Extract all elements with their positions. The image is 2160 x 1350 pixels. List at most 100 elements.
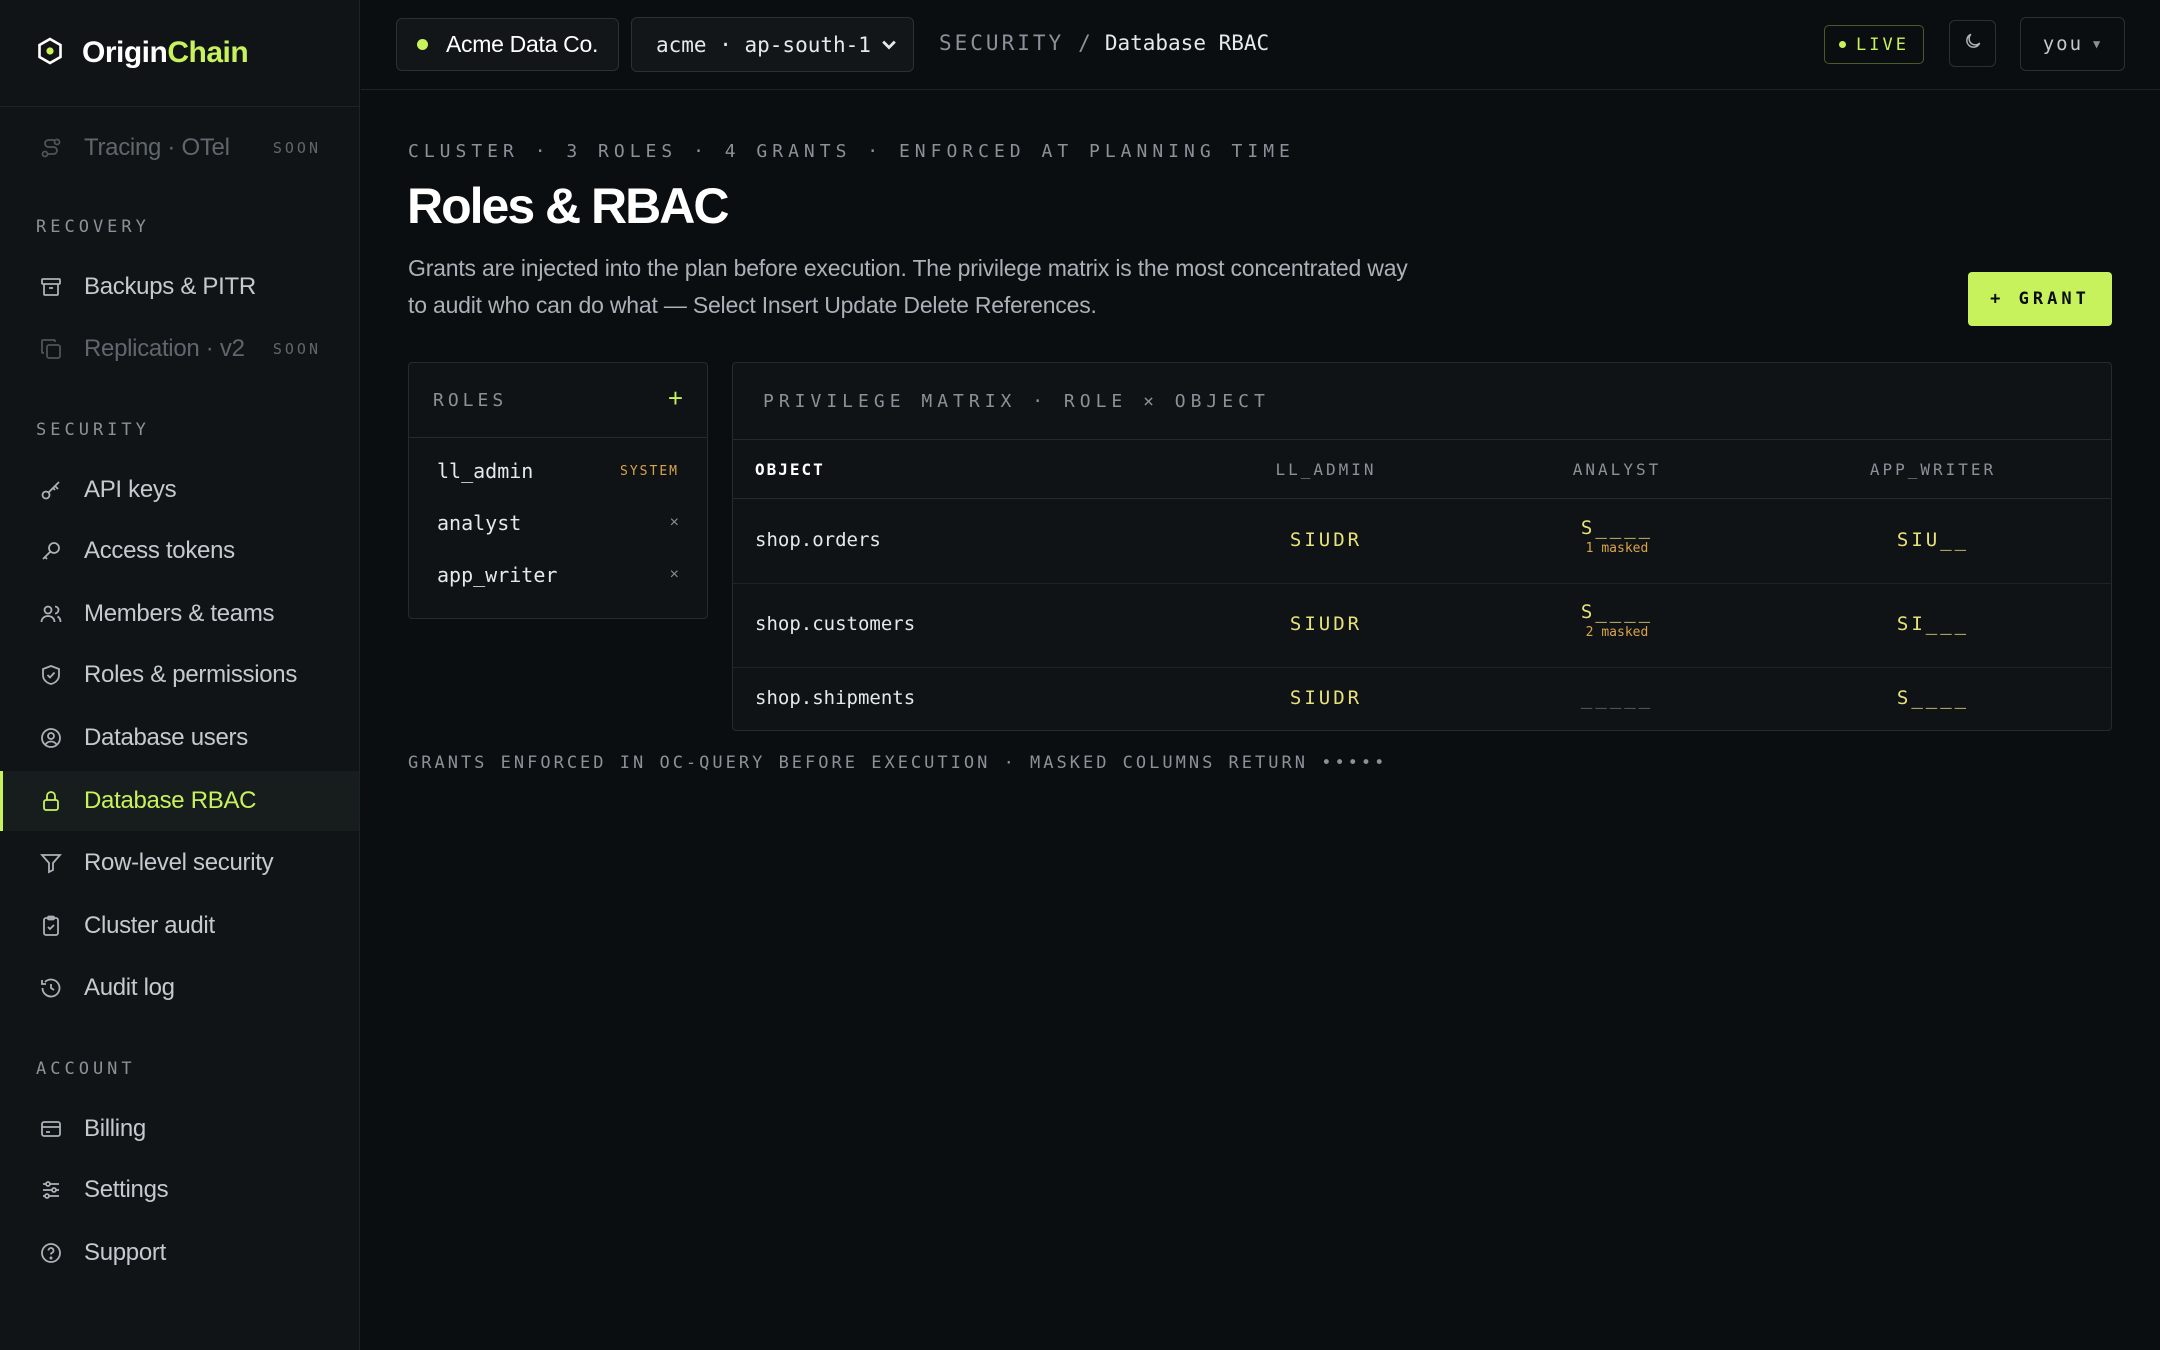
- lock-icon: [38, 788, 64, 814]
- remove-role-button[interactable]: ×: [670, 514, 679, 532]
- sidebar-item-row-level-security[interactable]: Row-level security: [0, 833, 359, 893]
- table-row: shop.customers SIUDR S____ 2 masked SI__…: [733, 584, 2111, 668]
- sidebar-item-access-tokens[interactable]: Access tokens: [0, 521, 359, 581]
- soon-badge: SOON: [272, 139, 321, 157]
- role-name: app_writer: [437, 563, 558, 587]
- privilege-cell[interactable]: SI___: [1897, 613, 1969, 635]
- privilege-value: S____: [1896, 687, 1970, 709]
- privilege-cell[interactable]: SIU__: [1897, 529, 1969, 551]
- privilege-value: SIUDR: [1289, 613, 1363, 635]
- sidebar-item-label: Members & teams: [84, 600, 275, 627]
- theme-toggle-button[interactable]: [1949, 20, 1996, 67]
- sidebar-item-label: Support: [84, 1239, 166, 1266]
- logo-hexagon-icon: [36, 37, 64, 70]
- breadcrumb-current: Database RBAC: [1104, 31, 1270, 55]
- roles-panel-title: ROLES: [433, 389, 508, 411]
- sidebar-item-label: Replication · v2: [84, 335, 245, 362]
- sidebar-item-backups[interactable]: Backups & PITR: [0, 257, 359, 317]
- brand[interactable]: OriginChain: [0, 0, 359, 107]
- column-header-ll-admin: LL_ADMIN: [1275, 460, 1377, 479]
- privilege-cell[interactable]: SIUDR: [1290, 613, 1362, 635]
- table-row: shop.orders SIUDR S____ 1 masked SIU__: [733, 499, 2111, 584]
- grant-button[interactable]: + GRANT: [1968, 272, 2112, 326]
- shield-check-icon: [38, 662, 64, 688]
- privilege-cell[interactable]: SIUDR: [1290, 529, 1362, 551]
- org-switcher[interactable]: Acme Data Co.: [396, 18, 620, 71]
- sliders-icon: [38, 1177, 64, 1203]
- privilege-cell[interactable]: S____ 2 masked: [1581, 601, 1653, 640]
- sidebar-item-label: Tracing · OTel: [84, 134, 230, 161]
- sidebar-item-support[interactable]: Support: [0, 1223, 359, 1283]
- caret-down-icon: ▼: [2093, 37, 2103, 51]
- privilege-cell[interactable]: SIUDR: [1290, 687, 1362, 709]
- sidebar-item-settings[interactable]: Settings: [0, 1160, 359, 1220]
- privilege-cell[interactable]: _____: [1581, 687, 1653, 709]
- sidebar-item-label: Access tokens: [84, 537, 235, 564]
- user-menu-button[interactable]: you ▼: [2020, 17, 2125, 71]
- privilege-cell[interactable]: S____: [1897, 687, 1969, 709]
- help-circle-icon: [38, 1240, 64, 1266]
- roles-panel: ROLES + ll_admin SYSTEM analyst × app_wr…: [408, 362, 708, 619]
- privilege-value: S____: [1580, 517, 1654, 539]
- sidebar-item-members[interactable]: Members & teams: [0, 584, 359, 644]
- breadcrumb: SECURITY / Database RBAC: [939, 31, 1269, 55]
- sidebar-item-database-rbac[interactable]: Database RBAC: [0, 771, 359, 831]
- matrix-column-headers: OBJECT LL_ADMIN ANALYST APP_WRITER: [733, 440, 2111, 499]
- sidebar-item-roles-permissions[interactable]: Roles & permissions: [0, 645, 359, 705]
- role-item-ll-admin[interactable]: ll_admin SYSTEM: [409, 445, 707, 497]
- role-item-analyst[interactable]: analyst ×: [409, 497, 707, 549]
- archive-icon: [38, 274, 64, 300]
- token-key-icon: [38, 538, 64, 564]
- user-circle-icon: [38, 725, 64, 751]
- sidebar-item-label: Billing: [84, 1115, 146, 1142]
- privilege-value: _____: [1580, 687, 1654, 709]
- role-item-app-writer[interactable]: app_writer ×: [409, 549, 707, 601]
- sidebar-item-api-keys[interactable]: API keys: [0, 460, 359, 520]
- masked-note: 2 masked: [1585, 625, 1649, 640]
- matrix-header: PRIVILEGE MATRIX · ROLE × OBJECT: [733, 363, 2111, 440]
- sidebar-item-database-users[interactable]: Database users: [0, 708, 359, 768]
- live-badge: LIVE: [1824, 25, 1924, 64]
- sidebar-item-cluster-audit[interactable]: Cluster audit: [0, 896, 359, 956]
- role-name: analyst: [437, 511, 522, 535]
- live-label: LIVE: [1856, 34, 1909, 55]
- org-status-dot: [417, 39, 428, 50]
- object-name: shop.shipments: [755, 687, 916, 709]
- sidebar-item-label: Cluster audit: [84, 912, 215, 939]
- filter-icon: [38, 850, 64, 876]
- column-header-object: OBJECT: [755, 460, 825, 479]
- sidebar-item-billing[interactable]: Billing: [0, 1099, 359, 1159]
- topbar: Acme Data Co. acme · ap-south-1 SECURITY…: [361, 0, 2160, 90]
- system-badge: SYSTEM: [620, 463, 679, 479]
- column-header-app-writer: APP_WRITER: [1869, 460, 1997, 479]
- sidebar-item-label: Roles & permissions: [84, 661, 298, 688]
- brand-name: OriginChain: [82, 36, 249, 69]
- column-header-analyst: ANALYST: [1572, 460, 1662, 479]
- sidebar-item-tracing[interactable]: Tracing · OTel SOON: [0, 118, 359, 178]
- sidebar-item-label: Row-level security: [84, 849, 274, 876]
- privilege-value: SIUDR: [1289, 687, 1363, 709]
- remove-role-button[interactable]: ×: [670, 566, 679, 584]
- matrix-title: PRIVILEGE MATRIX · ROLE × OBJECT: [763, 390, 1270, 412]
- table-row: shop.shipments SIUDR _____ S____: [733, 668, 2111, 730]
- breadcrumb-section[interactable]: SECURITY: [939, 31, 1064, 55]
- privilege-cell[interactable]: S____ 1 masked: [1581, 517, 1653, 556]
- history-icon: [38, 975, 64, 1001]
- roles-panel-header: ROLES +: [409, 363, 707, 438]
- object-name: shop.customers: [755, 613, 916, 635]
- section-account: ACCOUNT: [36, 1059, 136, 1079]
- privilege-value: SIU__: [1896, 529, 1970, 551]
- cluster-select[interactable]: acme · ap-south-1: [631, 17, 914, 72]
- sidebar-item-replication[interactable]: Replication · v2 SOON: [0, 319, 359, 379]
- privilege-value: SIUDR: [1289, 529, 1363, 551]
- route-icon: [38, 135, 64, 161]
- sidebar-item-audit-log[interactable]: Audit log: [0, 958, 359, 1018]
- cluster-name: acme · ap-south-1: [656, 32, 871, 57]
- add-role-button[interactable]: +: [668, 383, 683, 414]
- key-icon: [38, 477, 64, 503]
- object-name: shop.orders: [755, 529, 881, 551]
- page-eyebrow: CLUSTER · 3 ROLES · 4 GRANTS · ENFORCED …: [408, 141, 1295, 162]
- masked-note: 1 masked: [1585, 541, 1649, 556]
- org-name: Acme Data Co.: [446, 31, 599, 57]
- credit-card-icon: [38, 1116, 64, 1142]
